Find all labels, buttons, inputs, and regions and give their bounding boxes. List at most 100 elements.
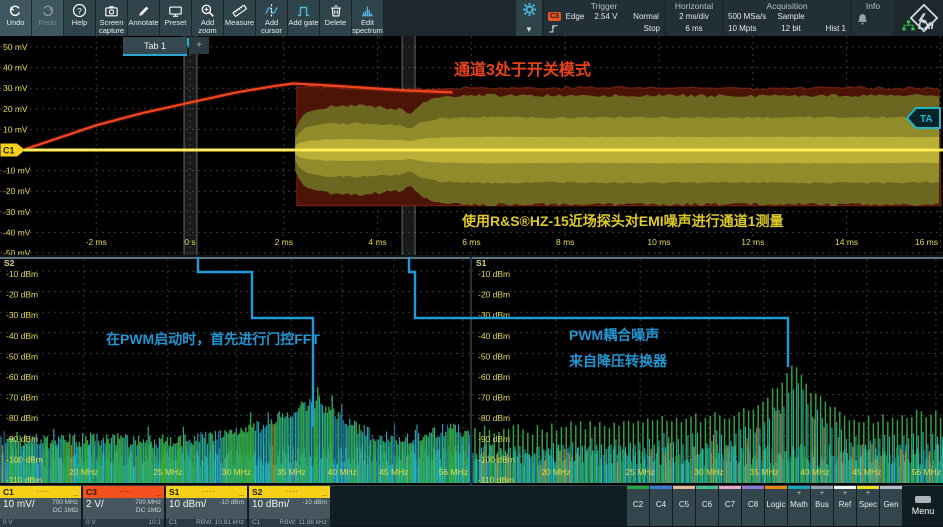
c1-tag-text: C1	[3, 146, 15, 156]
channel-c1-axis-tag[interactable]: C1	[0, 142, 26, 158]
acquisition-title: Acquisition	[728, 1, 846, 11]
voltage-tick-label: 30 mV	[3, 83, 28, 93]
spectrum-plot-s2[interactable]: -10 dBm-20 dBm-30 dBm-40 dBm-50 dBm-60 d…	[0, 257, 470, 487]
channel-color-stripe	[627, 486, 649, 489]
cursor-icon	[264, 3, 279, 18]
minimize-icon[interactable]: _	[73, 487, 78, 497]
time-tick-label: 0 s	[184, 237, 195, 247]
channel-button-label: Logic	[766, 500, 785, 509]
signal-card-s2[interactable]: S2····_10 dBm/-10 dBmC1RBW: 11.88 kHz	[249, 486, 330, 526]
signal-card-id: S1	[169, 487, 179, 497]
dbm-tick-label: -100 dBm	[6, 454, 43, 464]
channel-button-label: Spec	[859, 500, 877, 509]
menu-button[interactable]: Menu	[903, 486, 943, 526]
preset-icon	[168, 3, 183, 18]
signal-card-info1: 700 MHz	[52, 499, 78, 507]
channel-button-ref[interactable]: +Ref	[834, 486, 856, 526]
time-tick-label: 10 ms	[647, 237, 670, 247]
redo-icon	[40, 3, 55, 18]
signal-card-c1[interactable]: C1····_10 mV/700 MHzDC 1MΩ0 V	[0, 486, 81, 526]
info-panel[interactable]: Info	[852, 0, 894, 36]
channel-button-label: Gen	[883, 500, 898, 509]
channel-button-spec[interactable]: + Spec	[857, 486, 879, 526]
time-domain-plot[interactable]: 50 mV40 mV30 mV20 mV10 mV-10 mV-20 mV-30…	[0, 36, 943, 255]
drag-handle-icon: ····	[14, 489, 73, 496]
acq-history: Hist 1	[810, 23, 846, 35]
frequency-tick-label: 20 MHz	[541, 467, 570, 477]
drag-handle-icon: ····	[179, 489, 239, 496]
frequency-tick-label: 40 MHz	[328, 467, 357, 477]
toolbar-button-preset[interactable]: Preset	[160, 0, 191, 36]
settings-button[interactable]: ▼	[516, 0, 542, 36]
toolbar-button-label: Delete	[325, 19, 347, 27]
toolbar-button-help[interactable]: ?Help	[64, 0, 95, 36]
acq-bits: 12 bit	[772, 23, 810, 35]
time-tick-label: 16 ms	[915, 237, 938, 247]
minimize-icon[interactable]: _	[156, 487, 161, 497]
toolbar-button-screen-capture[interactable]: Screen capture	[96, 0, 127, 36]
add-tab-button[interactable]: +	[189, 37, 209, 54]
dbm-tick-label: -50 dBm	[6, 351, 38, 361]
toolbar-button-delete[interactable]: Delete	[320, 0, 351, 36]
dbm-tick-label: -50 dBm	[478, 351, 510, 361]
acq-rate: 500 MSa/s	[728, 11, 772, 23]
voltage-tick-label: 40 mV	[3, 63, 28, 73]
channel-button-c8[interactable]: C8	[742, 486, 764, 526]
dbm-tick-label: -60 dBm	[6, 372, 38, 382]
toolbar-button-label: Add cursor	[256, 19, 287, 36]
time-tick-label: -2 ms	[86, 237, 107, 247]
channel-button-c7[interactable]: C7	[719, 486, 741, 526]
signal-card-c3[interactable]: C3····_2 V/700 MHzDC 1MΩ0 V10:1	[83, 486, 164, 526]
time-tick-label: 6 ms	[462, 237, 480, 247]
trigger-panel[interactable]: Trigger C3 Edge 2.54 V Normal Stop	[544, 0, 664, 36]
add-zoom-icon	[200, 3, 215, 18]
channel-button-gen[interactable]: Gen	[880, 486, 902, 526]
channel-button-c2[interactable]: C2	[627, 486, 649, 526]
channel-button-c4[interactable]: C4	[650, 486, 672, 526]
toolbar-button-undo[interactable]: Undo	[0, 0, 31, 36]
toolbar-button-edit-spectrum[interactable]: Edit spectrum	[352, 0, 383, 36]
toolbar-button-add-gate[interactable]: Add gate	[288, 0, 319, 36]
toolbar-button-add-zoom[interactable]: Add zoom	[192, 0, 223, 36]
voltage-tick-label: 20 mV	[3, 104, 28, 114]
spectrum-plot-s1[interactable]: -10 dBm-20 dBm-30 dBm-40 dBm-50 dBm-60 d…	[472, 257, 943, 487]
toolbar-button-label: Undo	[7, 19, 25, 27]
toolbar-button-add-cursor[interactable]: Add cursor	[256, 0, 287, 36]
channel-button-logic[interactable]: Logic	[765, 486, 787, 526]
signal-card-info2: -10 dBm	[302, 499, 327, 507]
horizontal-panel[interactable]: Horizontal 2 ms/div 6 ms	[666, 0, 722, 36]
channel-button-label: C6	[702, 500, 712, 509]
channel-button-math[interactable]: +Math	[788, 486, 810, 526]
acquisition-panel[interactable]: Acquisition 500 MSa/s Sample 10 Mpts 12 …	[724, 0, 850, 36]
tab-tab1[interactable]: Tab 1	[123, 37, 187, 56]
drag-handle-icon: ····	[262, 489, 322, 496]
channel-color-stripe	[696, 486, 718, 489]
trash-icon	[329, 3, 343, 18]
dbm-tick-label: -20 dBm	[6, 290, 38, 300]
toolbar-button-annotate[interactable]: Annotate	[128, 0, 159, 36]
gear-icon	[522, 2, 537, 17]
minimize-icon[interactable]: _	[239, 487, 244, 497]
dbm-tick-label: -90 dBm	[478, 434, 510, 444]
signal-card-s1[interactable]: S1····_10 dBm/-10 dBmC1RBW: 10.81 kHz	[166, 486, 247, 526]
voltage-tick-label: 10 mV	[3, 124, 28, 134]
dbm-tick-label: -40 dBm	[6, 331, 38, 341]
spectrum-icon	[360, 3, 375, 18]
trigger-title: Trigger	[548, 1, 660, 11]
channel-button-label: C4	[656, 500, 666, 509]
add-icon: +	[866, 489, 870, 497]
minimize-icon[interactable]: _	[322, 487, 327, 497]
dbm-tick-label: -80 dBm	[478, 413, 510, 423]
menu-label: Menu	[912, 506, 935, 516]
time-tick-label: 2 ms	[275, 237, 293, 247]
signal-card-scale: 2 V/	[86, 499, 104, 519]
spectrum-s1-label: S1	[476, 258, 486, 268]
channel-button-c5[interactable]: C5	[673, 486, 695, 526]
toolbar-button-measure[interactable]: Measure	[224, 0, 255, 36]
dbm-tick-label: -110 dBm	[6, 475, 42, 485]
frequency-tick-label: 30 MHz	[694, 467, 723, 477]
channel-button-bus[interactable]: +Bus	[811, 486, 833, 526]
channel-button-c6[interactable]: C6	[696, 486, 718, 526]
voltage-tick-label: -10 mV	[3, 166, 31, 176]
trigger-action-flag[interactable]: TA	[905, 105, 942, 131]
